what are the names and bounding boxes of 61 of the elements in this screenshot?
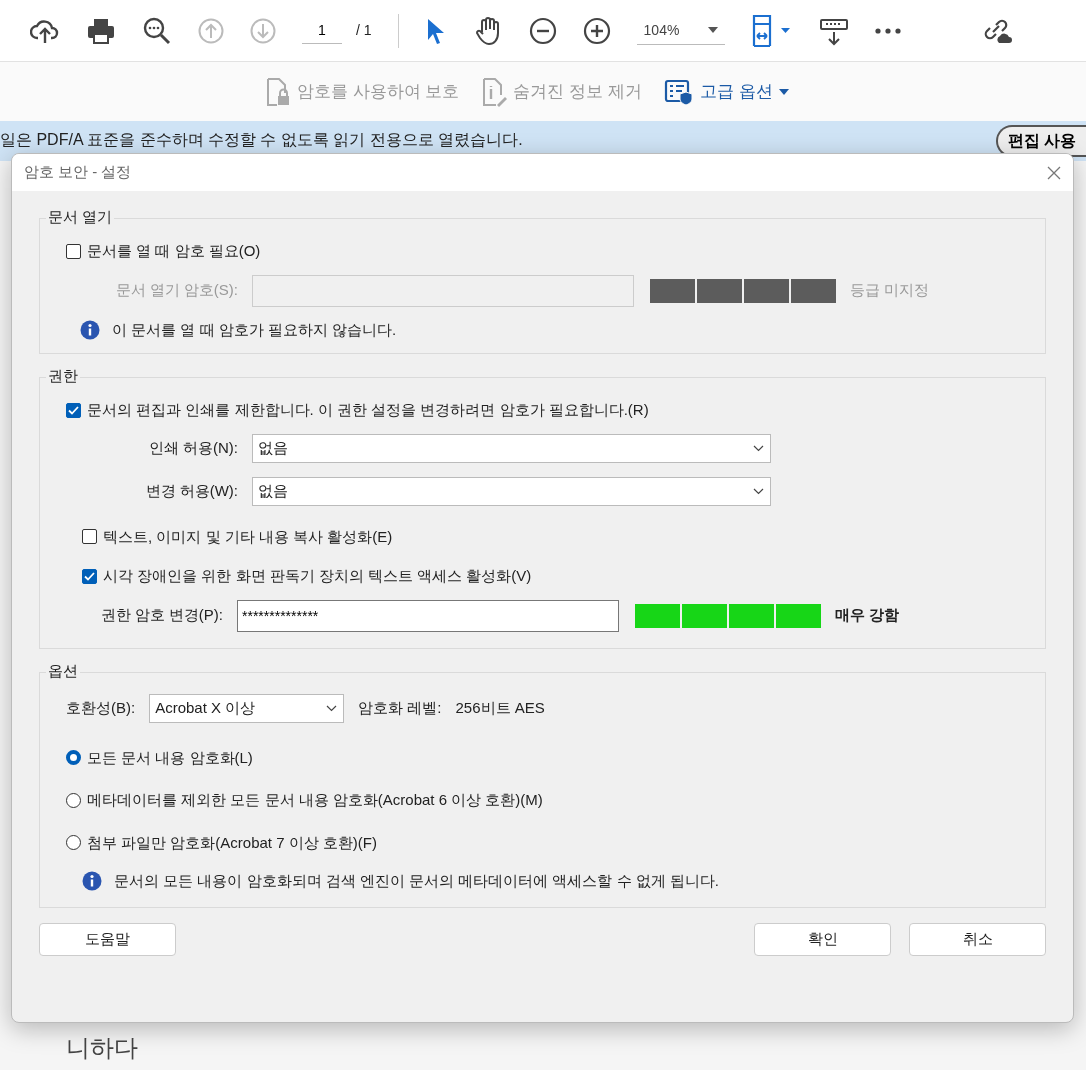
info-icon (82, 871, 102, 892)
file-info-icon (481, 76, 508, 107)
page-total: / 1 (356, 21, 372, 40)
field-label: 호환성(B): (66, 697, 136, 718)
enable-editing-button[interactable]: 편집 사용 (995, 125, 1086, 157)
radio-button[interactable] (66, 792, 81, 808)
permission-dropdown[interactable]: 없음 (252, 476, 771, 506)
radio-label: 첨부 파일만 암호화(Acrobat 7 이상 호환)(F) (87, 832, 378, 853)
radio-label: 모든 문서 내용 암호화(L) (87, 747, 253, 768)
chevron-icon (326, 704, 338, 712)
dialog-button[interactable]: 취소 (909, 922, 1046, 956)
info-text: 문서의 모든 내용이 암호화되며 검색 엔진이 문서의 메타데이터에 액세스할 수 없게 됩니다. (114, 871, 719, 891)
chevron-icon (753, 487, 764, 495)
checkbox-label: 문서의 편집과 인쇄를 제한합니다. 이 권한 설정을 변경하려면 암호가 필요합니다.(R) (87, 400, 649, 420)
checkbox-label: 문서를 열 때 암호 필요(O) (87, 241, 261, 261)
caret-icon (778, 88, 789, 95)
check-icon (84, 571, 95, 581)
more-icon[interactable] (874, 27, 901, 34)
encryption-level: 256비트 AES (455, 697, 545, 718)
radio-label: 메타데이터를 제외한 모든 문서 내용 암호화(Acrobat 6 이상 호환)(M) (87, 790, 543, 810)
print-icon[interactable] (86, 16, 116, 45)
field-label: 암호화 레벨: (358, 697, 442, 718)
strength-rating: 매우 강함 (835, 605, 900, 626)
file-lock-icon (265, 76, 291, 107)
checkbox[interactable] (82, 529, 97, 545)
zoom-dropdown[interactable]: 104% (636, 16, 725, 45)
chevron-icon (753, 444, 764, 452)
check-icon (68, 405, 79, 415)
document-text: 니하다 (66, 1035, 138, 1062)
info-text: 이 문서를 열 때 암호가 필요하지 않습니다. (112, 319, 397, 340)
radio-button[interactable] (66, 835, 81, 851)
field-label: 변경 허용(W): (144, 480, 239, 501)
section-label: 문서 열기 (47, 209, 114, 224)
close-icon[interactable] (1047, 165, 1061, 180)
info-icon (80, 319, 100, 340)
field-label: 권한 암호 변경(P): (99, 605, 224, 626)
info-message: 일은 PDF/A 표준을 준수하며 수정할 수 없도록 읽기 전용으로 열렸습니다. (0, 130, 523, 150)
search-icon[interactable] (142, 15, 172, 46)
toolbar-button[interactable]: 고급 옵션 (663, 77, 789, 106)
section-label: 옵션 (47, 662, 79, 678)
dialog-title: 암호 보안 - 설정 (24, 162, 132, 183)
checkbox[interactable] (66, 243, 81, 259)
help-button[interactable]: 도움말 (39, 922, 176, 956)
zoom-out-icon[interactable] (528, 16, 557, 45)
caret-icon (707, 27, 718, 33)
checkbox-label: 텍스트, 이미지 및 기타 내용 복사 활성화(E) (103, 526, 393, 547)
field-label: 인쇄 허용(N): (147, 437, 239, 458)
settings-icon (663, 77, 694, 106)
field-label: 문서 열기 암호(S): (114, 280, 239, 301)
checkbox-label: 시각 장애인을 위한 화면 판독기 장치의 텍스트 액세스 활성화(V) (103, 566, 532, 586)
dialog-button[interactable]: 확인 (754, 922, 891, 956)
fit-page-icon[interactable] (750, 13, 793, 48)
permission-dropdown[interactable]: 없음 (252, 433, 771, 463)
strength-rating: 등급 미지정 (850, 280, 930, 301)
compatibility-dropdown[interactable]: Acrobat X 이상 (149, 693, 345, 723)
zoom-in-icon[interactable] (582, 16, 611, 45)
checkbox[interactable] (66, 402, 81, 418)
radio-button[interactable] (66, 750, 81, 766)
section-label: 권한 (47, 368, 79, 383)
password-field[interactable]: ************** (237, 599, 619, 632)
checkbox[interactable] (82, 568, 97, 584)
